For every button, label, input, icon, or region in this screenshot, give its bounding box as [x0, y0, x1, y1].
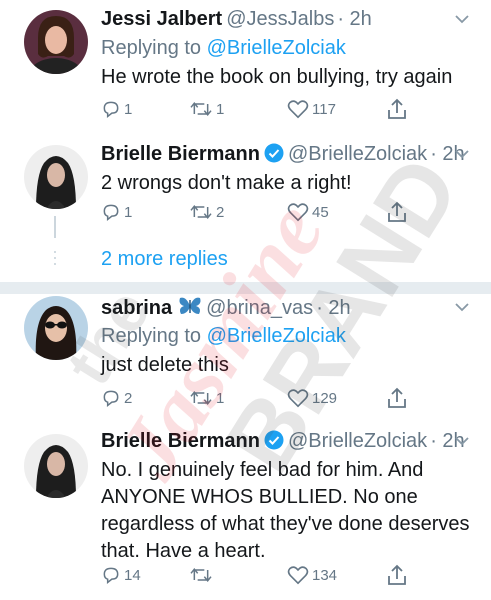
- tweet-header: sabrina @brina_vas · 2h: [101, 296, 351, 320]
- chevron-down-icon[interactable]: [455, 149, 469, 159]
- avatar-sabrina[interactable]: [24, 296, 88, 360]
- share-button[interactable]: [387, 200, 407, 224]
- retweet-icon: [190, 390, 212, 406]
- share-icon: [388, 201, 406, 222]
- avatar-jessi[interactable]: [24, 10, 88, 74]
- like-icon: [287, 566, 309, 585]
- reply-count: 2: [124, 389, 133, 407]
- user-handle[interactable]: @JessJalbs: [226, 8, 334, 30]
- reply-icon: [103, 390, 119, 408]
- user-handle[interactable]: @BrielleZolciak: [288, 143, 427, 165]
- display-name[interactable]: Brielle Biermann: [101, 143, 260, 165]
- tweet-brielle-reply-2[interactable]: Brielle Biermann @BrielleZolciak · 2h No. …: [0, 424, 491, 600]
- tweet-jessi-jalbert[interactable]: Jessi Jalbert @JessJalbs · 2h Replying to …: [0, 0, 491, 135]
- reply-count: 14: [124, 566, 141, 584]
- avatar-brielle[interactable]: [24, 145, 88, 209]
- reply-icon: [103, 101, 119, 119]
- like-button[interactable]: 129: [287, 386, 337, 410]
- reply-icon: [103, 204, 119, 222]
- display-name[interactable]: Jessi Jalbert: [101, 8, 222, 30]
- share-icon: [388, 98, 406, 119]
- tweet-actions: 14 134: [101, 563, 461, 587]
- mention-link[interactable]: @BrielleZolciak: [207, 325, 346, 347]
- replying-to-label: Replying to: [101, 325, 202, 347]
- replying-to-label: Replying to: [101, 37, 202, 59]
- thread-line: [54, 216, 56, 238]
- reply-button[interactable]: 1: [101, 200, 132, 224]
- retweet-icon: [190, 204, 212, 220]
- replying-to: Replying to @BrielleZolciak: [101, 325, 346, 348]
- like-count: 45: [312, 203, 329, 221]
- timestamp[interactable]: · 2h: [316, 297, 350, 319]
- display-name[interactable]: sabrina: [101, 297, 172, 319]
- share-icon: [388, 387, 406, 408]
- like-icon: [287, 389, 309, 408]
- like-button[interactable]: 45: [287, 200, 329, 224]
- like-icon: [287, 100, 309, 119]
- user-handle[interactable]: @BrielleZolciak: [288, 430, 427, 452]
- timestamp[interactable]: · 2h: [337, 8, 371, 30]
- share-button[interactable]: [387, 563, 407, 587]
- tweet-sabrina[interactable]: sabrina @brina_vas · 2h Replying to @Briel…: [0, 294, 491, 424]
- like-count: 117: [312, 100, 336, 118]
- conversation-divider: [0, 282, 491, 294]
- like-count: 129: [312, 389, 338, 407]
- tweet-actions: 1 1 117: [101, 97, 461, 121]
- butterfly-emoji-icon: [179, 297, 201, 314]
- chevron-down-icon[interactable]: [455, 436, 469, 446]
- retweet-button[interactable]: 1: [189, 97, 224, 121]
- retweet-button[interactable]: 2: [189, 200, 224, 224]
- retweet-count: 1: [216, 389, 225, 407]
- like-button[interactable]: 134: [287, 563, 337, 587]
- reply-icon: [103, 567, 119, 585]
- retweet-count: 1: [216, 100, 225, 118]
- user-handle[interactable]: @brina_vas: [206, 297, 313, 319]
- tweet-text: No. I genuinely feel bad for him. And AN…: [101, 459, 470, 562]
- retweet-button[interactable]: [189, 563, 216, 587]
- reply-count: 1: [124, 100, 133, 118]
- chevron-down-icon[interactable]: [455, 302, 469, 312]
- tweet-brielle-reply-1[interactable]: Brielle Biermann @BrielleZolciak · 2h 2 wr…: [0, 135, 491, 230]
- share-icon: [388, 564, 406, 585]
- retweet-button[interactable]: 1: [189, 386, 224, 410]
- chevron-down-icon[interactable]: [455, 14, 469, 24]
- like-count: 134: [312, 566, 338, 584]
- share-button[interactable]: [387, 386, 407, 410]
- tweet-text: He wrote the book on bullying, try again: [101, 66, 453, 88]
- share-button[interactable]: [387, 97, 407, 121]
- reply-button[interactable]: 2: [101, 386, 132, 410]
- tweet-text: just delete this: [101, 354, 229, 376]
- retweet-count: 2: [216, 203, 225, 221]
- reply-button[interactable]: 1: [101, 97, 132, 121]
- tweet-actions: 1 2 45: [101, 200, 461, 224]
- replying-to: Replying to @BrielleZolciak: [101, 37, 346, 60]
- verified-badge-icon: [264, 430, 284, 450]
- retweet-icon: [190, 101, 212, 117]
- like-icon: [287, 203, 309, 222]
- thread-dots: · · ·: [52, 241, 58, 273]
- tweet-text: 2 wrongs don't make a right!: [101, 172, 352, 194]
- mention-link[interactable]: @BrielleZolciak: [207, 37, 346, 59]
- tweet-header: Brielle Biermann @BrielleZolciak · 2h: [101, 430, 465, 453]
- verified-badge-icon: [264, 143, 284, 163]
- avatar-brielle[interactable]: [24, 434, 88, 498]
- more-replies-link[interactable]: 2 more replies: [101, 248, 228, 271]
- tweet-header: Jessi Jalbert @JessJalbs · 2h: [101, 8, 372, 31]
- reply-button[interactable]: 14: [101, 563, 141, 587]
- reply-count: 1: [124, 203, 133, 221]
- retweet-icon: [190, 567, 212, 583]
- tweet-header: Brielle Biermann @BrielleZolciak · 2h: [101, 143, 465, 166]
- display-name[interactable]: Brielle Biermann: [101, 430, 260, 452]
- like-button[interactable]: 117: [287, 97, 336, 121]
- tweet-actions: 2 1 129: [101, 386, 461, 410]
